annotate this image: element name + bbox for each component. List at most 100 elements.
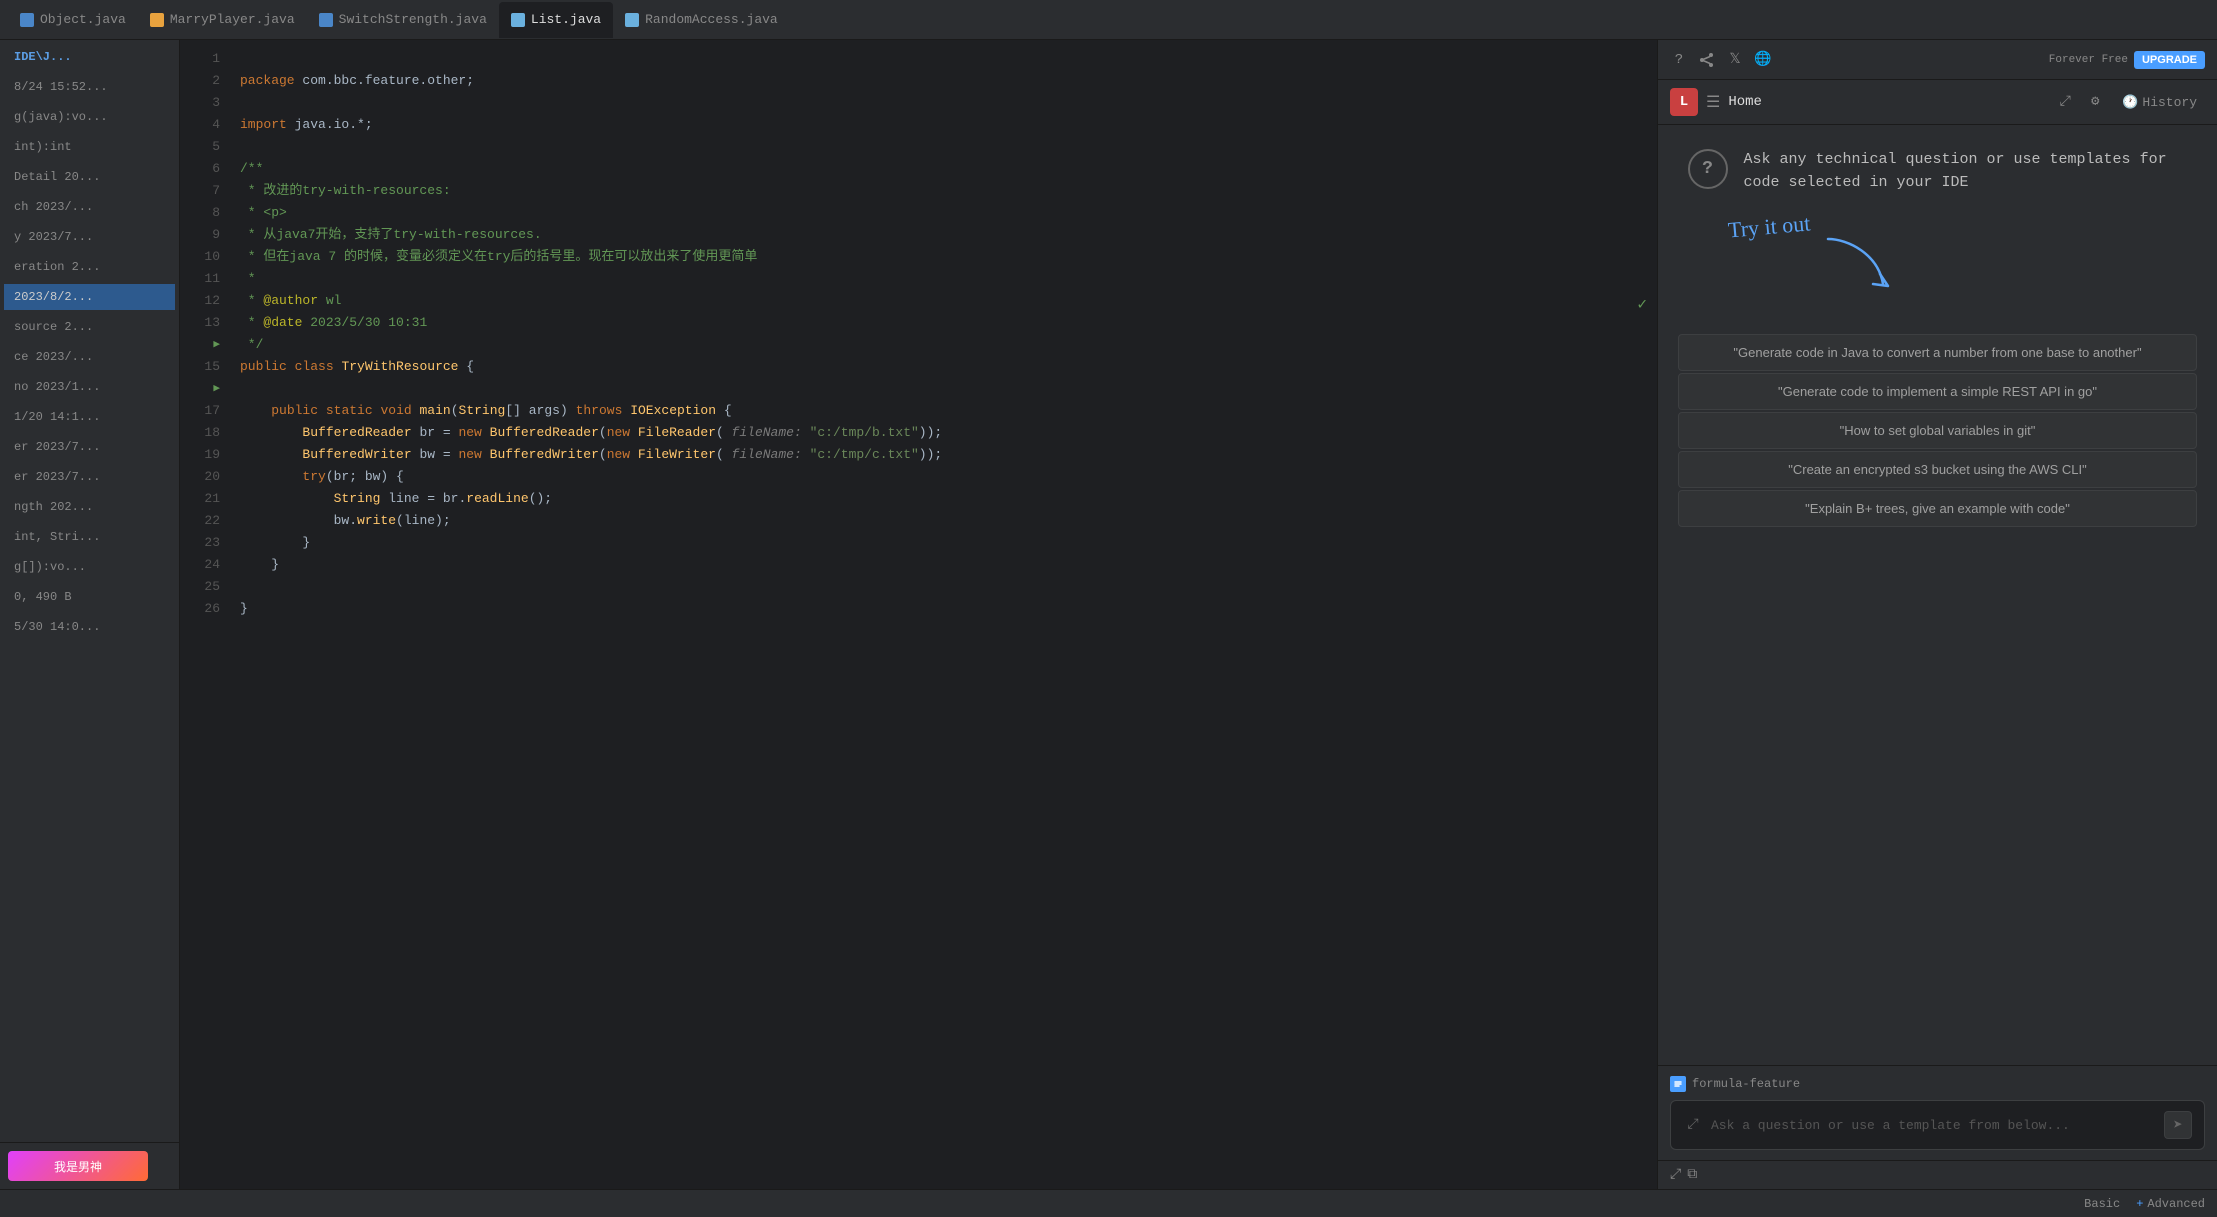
chat-input[interactable] xyxy=(1711,1118,2156,1133)
file-tree-item[interactable]: IDE\J... xyxy=(4,44,175,70)
ai-content: ? Ask any technical question or use temp… xyxy=(1658,125,2217,1065)
main-layout: IDE\J... 8/24 15:52... g(java):vo... int… xyxy=(0,40,2217,1189)
upgrade-badge: Forever Free UPGRADE xyxy=(2049,51,2205,69)
tab-object-label: Object.java xyxy=(40,12,126,27)
code-container: 1 2 3 4 5 6 7 8 9 10 11 12 13 ▶ 15 ▶ xyxy=(180,40,1657,1189)
java-orange-icon xyxy=(150,13,164,27)
ai-question-icon: ? xyxy=(1688,149,1728,189)
tab-list-label: List.java xyxy=(531,12,601,27)
checkmark-14: ✓ xyxy=(1637,294,1647,314)
advanced-label: Advanced xyxy=(2147,1197,2205,1211)
file-tree-item[interactable]: 0, 490 B xyxy=(4,584,175,610)
random-icon xyxy=(625,13,639,27)
ai-welcome: ? Ask any technical question or use temp… xyxy=(1688,149,2188,194)
panel-expand-icon[interactable]: ⤢ xyxy=(1670,1167,1681,1183)
file-tree-item[interactable]: no 2023/1... xyxy=(4,374,175,400)
send-button[interactable]: ➤ xyxy=(2164,1111,2192,1139)
share-icon[interactable] xyxy=(1698,51,1716,69)
try-it-out-text: Try it out xyxy=(1727,210,1811,243)
panel-bottom-row: ⤢ ⧉ xyxy=(1658,1160,2217,1189)
ai-footer: formula-feature ⤢ ➤ xyxy=(1658,1065,2217,1160)
suggestion-button-3[interactable]: "Create an encrypted s3 bucket using the… xyxy=(1678,451,2197,488)
java-icon xyxy=(20,13,34,27)
globe-icon[interactable]: 🌐 xyxy=(1754,51,1772,69)
try-it-arrow xyxy=(1818,234,1898,294)
file-tree-item[interactable]: 8/24 15:52... xyxy=(4,74,175,100)
file-tree-item[interactable]: 1/20 14:1... xyxy=(4,404,175,430)
user-badge[interactable]: 我是男神 xyxy=(8,1151,148,1181)
add-icon: + xyxy=(2136,1197,2143,1211)
question-circle-icon[interactable]: ? xyxy=(1670,51,1688,69)
tab-list[interactable]: List.java xyxy=(499,2,613,38)
suggestion-button-1[interactable]: "Generate code to implement a simple RES… xyxy=(1678,373,2197,410)
code-editor[interactable]: package com.bbc.feature.other; import ja… xyxy=(230,40,1657,1189)
file-tree-item[interactable]: er 2023/7... xyxy=(4,464,175,490)
java-switch-icon xyxy=(319,13,333,27)
tab-switch[interactable]: SwitchStrength.java xyxy=(307,2,499,38)
file-tree-item[interactable]: ngth 202... xyxy=(4,494,175,520)
tab-switch-label: SwitchStrength.java xyxy=(339,12,487,27)
tab-object[interactable]: Object.java xyxy=(8,2,138,38)
tab-marry-label: MarryPlayer.java xyxy=(170,12,295,27)
suggestion-button-4[interactable]: "Explain B+ trees, give an example with … xyxy=(1678,490,2197,527)
basic-label: Basic xyxy=(2084,1197,2120,1211)
file-tree-items: IDE\J... 8/24 15:52... g(java):vo... int… xyxy=(0,40,179,644)
upgrade-button[interactable]: UPGRADE xyxy=(2134,51,2205,69)
file-tree-item[interactable]: Detail 20... xyxy=(4,164,175,190)
history-button[interactable]: 🕐 History xyxy=(2114,91,2205,114)
context-bar: formula-feature xyxy=(1670,1076,2205,1092)
basic-button[interactable]: Basic xyxy=(2084,1197,2120,1211)
list-icon xyxy=(511,13,525,27)
send-icon: ➤ xyxy=(2173,1115,2183,1135)
file-tree-item[interactable]: source 2... xyxy=(4,314,175,340)
hamburger-icon[interactable]: ☰ xyxy=(1706,92,1720,112)
panel-bottom-icons: ⤢ ⧉ xyxy=(1670,1167,1697,1183)
run-gutter-16[interactable]: ▶ xyxy=(213,378,220,400)
home-avatar[interactable]: L xyxy=(1670,88,1698,116)
history-icon: 🕐 xyxy=(2122,95,2138,110)
panel-copy-icon[interactable]: ⧉ xyxy=(1687,1167,1697,1183)
tab-marry[interactable]: MarryPlayer.java xyxy=(138,2,307,38)
file-tree-item[interactable]: 2023/8/2... xyxy=(4,284,175,310)
twitter-icon[interactable]: 𝕏 xyxy=(1726,51,1744,69)
settings-icon[interactable]: ⚙ xyxy=(2084,91,2106,113)
file-tree-panel: IDE\J... 8/24 15:52... g(java):vo... int… xyxy=(0,40,180,1189)
editor-area: 1 2 3 4 5 6 7 8 9 10 11 12 13 ▶ 15 ▶ xyxy=(180,40,1657,1189)
forever-free-label: Forever Free xyxy=(2049,54,2128,66)
suggestion-button-2[interactable]: "How to set global variables in git" xyxy=(1678,412,2197,449)
ai-welcome-text: Ask any technical question or use templa… xyxy=(1744,149,2188,194)
line-numbers: 1 2 3 4 5 6 7 8 9 10 11 12 13 ▶ 15 ▶ xyxy=(180,40,230,1189)
ai-nav: L ☰ Home ⤢ ⚙ 🕐 History xyxy=(1658,80,2217,125)
context-label: formula-feature xyxy=(1692,1077,1800,1091)
ai-toolbar: ? 𝕏 🌐 Forever Free UPGRADE xyxy=(1658,40,2217,80)
file-tree-item[interactable]: int):int xyxy=(4,134,175,160)
file-tree-item[interactable]: ce 2023/... xyxy=(4,344,175,370)
tab-bar: Object.java MarryPlayer.java SwitchStren… xyxy=(0,0,2217,40)
file-tree-item[interactable]: 5/30 14:0... xyxy=(4,614,175,640)
chat-input-container: ⤢ ➤ xyxy=(1670,1100,2205,1150)
suggestion-button-0[interactable]: "Generate code in Java to convert a numb… xyxy=(1678,334,2197,371)
file-tree-item[interactable]: er 2023/7... xyxy=(4,434,175,460)
tab-random[interactable]: RandomAccess.java xyxy=(613,2,790,38)
ai-panel: ? 𝕏 🌐 Forever Free UPGRADE L ☰ Home ⤢ ⚙ xyxy=(1657,40,2217,1189)
tab-random-label: RandomAccess.java xyxy=(645,12,778,27)
suggestion-buttons: "Generate code in Java to convert a numb… xyxy=(1678,334,2197,527)
advanced-button[interactable]: + Advanced xyxy=(2136,1197,2205,1211)
history-label: History xyxy=(2142,95,2197,110)
bottom-bar: Basic + Advanced xyxy=(0,1189,2217,1217)
run-gutter-14[interactable]: ▶ xyxy=(213,334,220,356)
file-tree-item[interactable]: int, Stri... xyxy=(4,524,175,550)
file-tree-item[interactable]: g[]):vo... xyxy=(4,554,175,580)
file-tree-item[interactable]: g(java):vo... xyxy=(4,104,175,130)
toolbar-icons: ? 𝕏 🌐 xyxy=(1670,51,1772,69)
context-icon xyxy=(1670,1076,1686,1092)
expand-icon[interactable]: ⤢ xyxy=(1683,1115,1703,1135)
file-tree-item[interactable]: eration 2... xyxy=(4,254,175,280)
expand-window-icon[interactable]: ⤢ xyxy=(2054,91,2076,113)
file-tree-item[interactable]: ch 2023/... xyxy=(4,194,175,220)
file-tree-item[interactable]: y 2023/7... xyxy=(4,224,175,250)
ai-nav-right: ⤢ ⚙ 🕐 History xyxy=(2054,91,2205,114)
home-label: Home xyxy=(1728,94,1762,110)
try-it-out-container: Try it out xyxy=(1688,214,2188,294)
bottom-right: Basic + Advanced xyxy=(2084,1197,2205,1211)
